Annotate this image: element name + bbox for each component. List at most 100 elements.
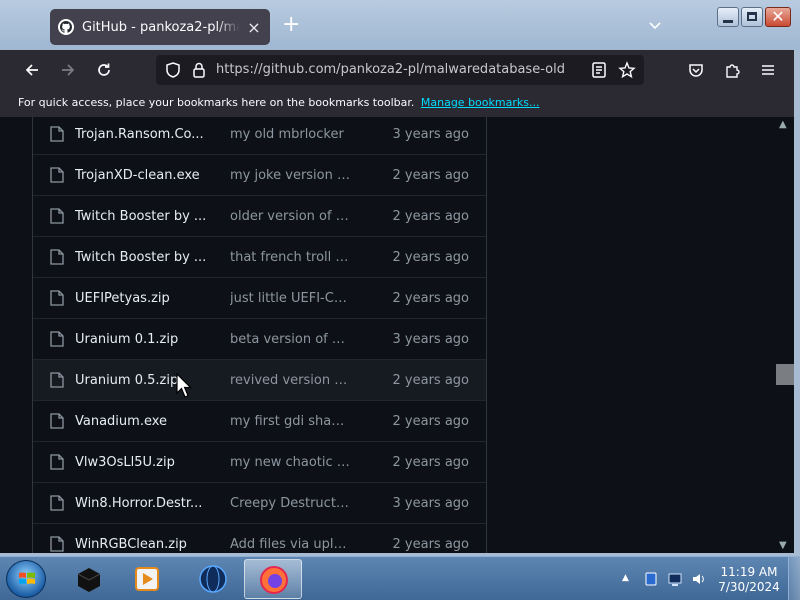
file-name-link[interactable]: TrojanXD-clean.exe [75, 168, 223, 183]
url-bar[interactable]: https://github.com/pankoza2-pl/malwareda… [156, 55, 644, 85]
file-name-link[interactable]: Trojan.Ransom.Co... [75, 127, 223, 142]
file-name-link[interactable]: Vanadium.exe [75, 414, 223, 429]
page-content: Trojan.Ransom.Co... my old mbrlocker 3 yea… [0, 117, 776, 553]
commit-message-link[interactable]: Add files via upload [230, 537, 352, 552]
file-name-link[interactable]: Twitch Booster by ... [75, 250, 223, 265]
manage-bookmarks-link[interactable]: Manage bookmarks... [421, 96, 540, 109]
file-name-link[interactable]: Win8.Horror.Destr... [75, 496, 223, 511]
pocket-button[interactable] [684, 58, 708, 82]
taskbar-app-terminal[interactable] [60, 559, 118, 599]
bookmark-star-icon[interactable] [618, 61, 636, 79]
puzzle-icon [726, 64, 740, 78]
file-name-link[interactable]: Twitch Booster by ... [75, 209, 223, 224]
file-name-link[interactable]: WinRGBClean.zip [75, 537, 223, 552]
taskbar-app-media-player[interactable] [118, 559, 176, 599]
commit-message-link[interactable]: just little UEFI-Co... [230, 291, 352, 306]
close-window-button[interactable]: ✕ [765, 7, 791, 27]
extensions-button[interactable] [720, 58, 744, 82]
list-all-tabs-icon[interactable] [648, 18, 662, 32]
file-icon [50, 126, 64, 142]
black-box-icon [77, 568, 101, 592]
file-icon [50, 290, 64, 306]
reader-view-icon[interactable] [590, 61, 608, 79]
taskbar-app-firefox[interactable] [244, 559, 302, 599]
commit-message-link[interactable]: revived version of... [230, 373, 352, 388]
commit-age: 2 years ago [392, 372, 469, 388]
file-name-link[interactable]: Uranium 0.1.zip [75, 332, 223, 347]
file-row[interactable]: Vanadium.exe my first gdi shade... 2 years… [33, 400, 486, 441]
scroll-up-icon[interactable]: ▲ [779, 119, 787, 130]
media-player-icon [135, 567, 159, 591]
browser-tab[interactable]: GitHub - pankoza2-pl/malwaredatabase-old… [50, 9, 270, 45]
commit-message-link[interactable]: Creepy Destructiv... [230, 496, 352, 511]
file-row[interactable]: UEFIPetyas.zip just little UEFI-Co... 2 ye… [33, 277, 486, 318]
commit-message-link[interactable]: that french troll vi... [230, 250, 352, 265]
show-hidden-icons-icon[interactable]: ▲ [622, 573, 629, 583]
file-name-link[interactable]: Vlw3OsLl5U.zip [75, 455, 223, 470]
commit-message-link[interactable]: my new chaotic tr... [230, 455, 352, 470]
globe-icon [199, 565, 227, 593]
commit-message-link[interactable]: my old mbrlocker [230, 127, 352, 142]
taskbar: ▲ 11:19 AM 7/30/2024 [0, 556, 800, 600]
file-row[interactable]: Trojan.Ransom.Co... my old mbrlocker 3 yea… [33, 117, 486, 154]
minimize-button[interactable] [717, 7, 739, 27]
window-border-right [794, 50, 800, 556]
new-tab-icon[interactable]: + [282, 14, 300, 36]
start-button[interactable] [6, 560, 46, 598]
file-row[interactable]: Win8.Horror.Destr... Creepy Destructiv...… [33, 482, 486, 523]
commit-age: 2 years ago [392, 208, 469, 224]
show-desktop-button[interactable] [788, 557, 800, 600]
commit-message-link[interactable]: my joke version o... [230, 168, 352, 183]
clock-date: 7/30/2024 [718, 580, 780, 594]
url-text[interactable]: https://github.com/pankoza2-pl/malwareda… [216, 62, 565, 77]
commit-age: 3 years ago [392, 126, 469, 142]
taskbar-app-browser[interactable] [184, 559, 242, 599]
page-scrollbar[interactable]: ▲ ▼ [776, 117, 794, 553]
file-icon [50, 167, 64, 183]
network-icon[interactable] [667, 571, 683, 587]
commit-age: 2 years ago [392, 167, 469, 183]
volume-icon[interactable] [691, 571, 707, 587]
pocket-icon [689, 64, 703, 77]
navigation-toolbar: https://github.com/pankoza2-pl/malwareda… [0, 50, 800, 90]
shield-icon[interactable] [164, 61, 182, 79]
scrollbar-thumb[interactable] [776, 364, 794, 385]
commit-age: 2 years ago [392, 249, 469, 265]
file-row[interactable]: Vlw3OsLl5U.zip my new chaotic tr... 2 year… [33, 441, 486, 482]
file-row[interactable]: TrojanXD-clean.exe my joke version o... 2 … [33, 154, 486, 195]
commit-message-link[interactable]: my first gdi shade... [230, 414, 352, 429]
windows-logo-icon [19, 572, 35, 584]
file-row[interactable]: WinRGBClean.zip Add files via upload 2 yea… [33, 523, 486, 553]
close-icon: ✕ [771, 7, 785, 26]
lock-icon[interactable] [190, 61, 208, 79]
forward-button[interactable] [56, 58, 80, 82]
security-icon[interactable] [643, 571, 659, 587]
clock[interactable]: 11:19 AM 7/30/2024 [718, 565, 780, 595]
commit-age: 3 years ago [392, 331, 469, 347]
back-button[interactable] [20, 58, 44, 82]
file-icon [50, 331, 64, 347]
maximize-icon [747, 12, 757, 21]
firefox-icon [260, 566, 288, 594]
tab-title: GitHub - pankoza2-pl/malwaredatabase-old [82, 19, 240, 35]
scroll-down-icon[interactable]: ▼ [779, 540, 787, 551]
file-name-link[interactable]: Uranium 0.5.zip [75, 373, 223, 388]
mouse-cursor-icon [176, 373, 192, 398]
file-row[interactable]: Twitch Booster by ... that french troll v… [33, 236, 486, 277]
bookmarks-toolbar: For quick access, place your bookmarks h… [0, 90, 800, 117]
forward-arrow-icon [62, 64, 75, 76]
file-row[interactable]: Uranium 0.5.zip revived version of... 2 ye… [33, 359, 486, 400]
file-row[interactable]: Twitch Booster by ... older version of t.… [33, 195, 486, 236]
maximize-button[interactable] [741, 7, 763, 27]
file-row[interactable]: Uranium 0.1.zip beta version of m... 3 yea… [33, 318, 486, 359]
file-icon [50, 454, 64, 470]
reload-button[interactable] [92, 58, 116, 82]
minimize-icon [723, 20, 733, 23]
tab-close-icon[interactable]: × [246, 18, 262, 37]
commit-age: 2 years ago [392, 536, 469, 552]
commit-message-link[interactable]: older version of t... [230, 209, 352, 224]
hamburger-menu-icon [762, 65, 774, 75]
file-name-link[interactable]: UEFIPetyas.zip [75, 291, 223, 306]
commit-message-link[interactable]: beta version of m... [230, 332, 352, 347]
menu-button[interactable] [756, 58, 780, 82]
